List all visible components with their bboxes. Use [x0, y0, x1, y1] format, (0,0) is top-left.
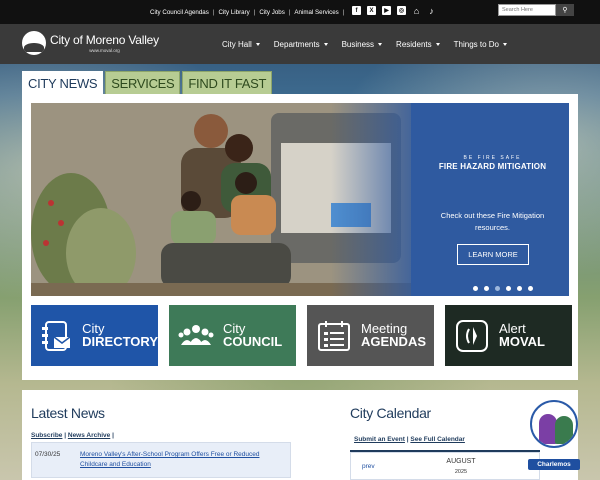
search-box: ⚲ — [498, 4, 574, 16]
menu-label: City Hall — [222, 39, 252, 49]
city-seal-icon — [22, 31, 46, 55]
tile-text: City COUNCIL — [223, 322, 282, 349]
calendar-prev-link[interactable]: prev — [362, 463, 375, 470]
hero-description: Check out these Fire Mitigation resource… — [440, 211, 545, 232]
menu-city-hall[interactable]: City Hall — [222, 40, 260, 49]
carousel-dot[interactable] — [528, 286, 533, 291]
menu: City Hall Departments Business Residents… — [222, 24, 521, 64]
latest-news-heading: Latest News — [31, 405, 105, 421]
chat-widget[interactable]: Charlemos — [528, 400, 580, 472]
directory-icon — [39, 317, 74, 355]
separator: | — [212, 8, 215, 16]
utility-bar: City Council Agendas | City Library | Ci… — [0, 0, 600, 24]
carousel-dot[interactable] — [517, 286, 522, 291]
agendas-icon — [315, 317, 353, 355]
menu-residents[interactable]: Residents — [396, 40, 440, 49]
carousel-dot[interactable] — [484, 286, 489, 291]
separator: | — [253, 8, 256, 16]
instagram-icon[interactable]: ◎ — [397, 6, 406, 15]
hero-kicker: BE FIRE SAFE — [463, 155, 522, 161]
hero-caption: BE FIRE SAFE FIRE HAZARD MITIGATION Chec… — [416, 103, 569, 296]
full-calendar-link[interactable]: See Full Calendar — [410, 436, 465, 443]
tab-city-news[interactable]: CITY NEWS — [22, 71, 104, 94]
carousel-dot[interactable] — [506, 286, 511, 291]
carousel-dot[interactable] — [473, 286, 478, 291]
hero-title: FIRE HAZARD MITIGATION — [438, 162, 547, 171]
content-tabs: CITY NEWS SERVICES FIND IT FAST — [22, 71, 273, 94]
facebook-icon[interactable]: f — [352, 6, 361, 15]
tile-text: Meeting AGENDAS — [361, 322, 426, 349]
tile-line2: MOVAL — [499, 334, 545, 349]
search-icon: ⚲ — [562, 7, 568, 14]
menu-label: Business — [341, 39, 375, 49]
tile-line2: AGENDAS — [361, 334, 427, 349]
caret-down-icon — [502, 42, 507, 46]
news-date: 07/30/25 — [35, 451, 61, 458]
tile-line2: DIRECTORY — [82, 334, 158, 349]
news-item[interactable]: 07/30/25 Moreno Valley's After-School Pr… — [31, 442, 291, 478]
chat-label: Charlemos — [528, 459, 580, 470]
tile-line2: COUNCIL — [223, 334, 283, 349]
link-city-council-agendas[interactable]: City Council Agendas — [150, 9, 209, 16]
alert-icon — [453, 317, 491, 355]
utility-links: City Council Agendas | City Library | Ci… — [150, 0, 348, 24]
search-button[interactable]: ⚲ — [556, 4, 574, 16]
social-icons: f X ▶ ◎ ⌂ ♪ — [352, 6, 436, 16]
x-icon[interactable]: X — [367, 6, 376, 15]
tab-services[interactable]: SERVICES — [105, 71, 181, 94]
menu-label: Things to Do — [453, 39, 499, 49]
link-city-library[interactable]: City Library — [218, 9, 249, 16]
calendar-year: 2025 — [454, 469, 468, 475]
separator: | — [342, 8, 345, 16]
calendar-links: Submit an Event | See Full Calendar — [354, 436, 465, 443]
hero-carousel: BE FIRE SAFE FIRE HAZARD MITIGATION Chec… — [31, 103, 569, 296]
quick-tiles: City DIRECTORY City COUNCIL Meeting AGENDAS… — [31, 305, 572, 366]
tile-text: City DIRECTORY — [82, 322, 158, 349]
city-calendar-heading: City Calendar — [350, 405, 431, 421]
home-icon[interactable]: ⌂ — [412, 6, 421, 16]
logo-name: City of Moreno Valley — [50, 33, 159, 47]
tile-alert-moval[interactable]: Alert MOVAL — [445, 305, 572, 366]
menu-things-to-do[interactable]: Things to Do — [454, 40, 507, 49]
logo-text: City of Moreno Valley www.moval.org — [50, 33, 159, 53]
tile-city-directory[interactable]: City DIRECTORY — [31, 305, 158, 366]
link-city-jobs[interactable]: City Jobs — [259, 9, 284, 16]
tile-city-council[interactable]: City COUNCIL — [169, 305, 296, 366]
tiktok-icon[interactable]: ♪ — [427, 6, 436, 16]
news-title-link[interactable]: Moreno Valley's After-School Program Off… — [80, 450, 285, 470]
subscribe-link[interactable]: Subscribe — [31, 432, 62, 439]
menu-business[interactable]: Business — [341, 39, 383, 49]
youtube-icon[interactable]: ▶ — [382, 6, 391, 15]
lower-section: Latest News Subscribe | News Archive | 0… — [22, 390, 578, 480]
tile-meeting-agendas[interactable]: Meeting AGENDAS — [307, 305, 434, 366]
news-links: Subscribe | News Archive | — [31, 432, 114, 439]
caret-down-icon — [378, 42, 383, 46]
submit-event-link[interactable]: Submit an Event — [354, 436, 405, 443]
logo-url: www.moval.org — [89, 48, 120, 53]
avatar-person — [555, 416, 573, 444]
council-icon — [177, 317, 215, 355]
menu-label: Residents — [396, 39, 432, 49]
calendar-month: AUGUST — [446, 458, 476, 465]
caret-down-icon — [323, 42, 328, 46]
search-input[interactable] — [498, 4, 556, 16]
chat-avatar-icon — [530, 400, 578, 448]
calendar-widget: prev AUGUST 2025 — [350, 452, 540, 480]
carousel-dot[interactable] — [495, 286, 500, 291]
menu-departments[interactable]: Departments — [274, 40, 328, 49]
site-logo[interactable]: City of Moreno Valley www.moval.org — [22, 31, 159, 55]
news-panel: BE FIRE SAFE FIRE HAZARD MITIGATION Chec… — [22, 94, 578, 380]
tile-text: Alert MOVAL — [499, 322, 545, 349]
tab-find-it-fast[interactable]: FIND IT FAST — [182, 71, 273, 94]
main-nav: City of Moreno Valley www.moval.org City… — [0, 24, 600, 64]
menu-label: Departments — [273, 39, 320, 49]
learn-more-button[interactable]: LEARN MORE — [457, 244, 529, 265]
caret-down-icon — [255, 42, 260, 46]
carousel-dots — [473, 286, 533, 291]
link-animal-services[interactable]: Animal Services — [294, 9, 338, 16]
separator: | — [288, 8, 291, 16]
news-archive-link[interactable]: News Archive — [68, 432, 110, 439]
caret-down-icon — [435, 42, 440, 46]
